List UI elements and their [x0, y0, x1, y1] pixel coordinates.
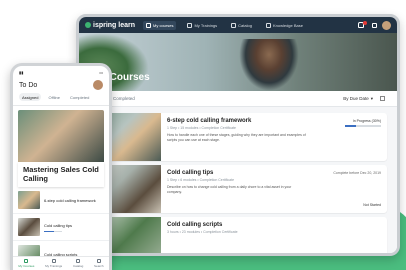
bottom-nav-my-courses[interactable]: My Courses	[18, 259, 34, 268]
item-text: Cold calling tips	[44, 222, 73, 232]
courses-icon	[24, 259, 29, 263]
bottom-nav-label: My Courses	[18, 264, 35, 268]
cart-icon[interactable]	[372, 22, 377, 28]
signal-icon: ▮▮	[19, 70, 24, 75]
trainings-icon	[51, 259, 56, 263]
item-title: Cold calling tips	[44, 222, 73, 228]
mobile-status-bar: ▮▮ ▭	[13, 66, 109, 75]
mobile-tabs: Assigned Offline Completed	[13, 93, 109, 106]
item-thumbnail	[18, 218, 40, 237]
course-due-date: Complete before Dec 20, 2019	[333, 171, 381, 175]
tab-offline[interactable]: Offline	[45, 93, 63, 101]
hero-banner: My Courses	[79, 33, 397, 91]
hero-person-image	[239, 39, 299, 91]
item-progress-bar	[44, 230, 62, 232]
logo-icon	[85, 22, 91, 28]
logo-text: ispring learn	[93, 21, 136, 29]
knowledge-icon	[265, 22, 271, 28]
nav-label: Knowledge Base	[272, 22, 303, 28]
bottom-nav-label: My Trainings	[45, 264, 63, 268]
app-logo[interactable]: ispring learn	[85, 22, 135, 29]
course-list: 6-step cold calling framework 1 Step • 1…	[79, 107, 397, 253]
course-meta: 3 hours • 23 modules • Completion Certif…	[167, 230, 238, 234]
course-status: Not Started	[363, 203, 381, 207]
course-description: Describe on how to change cold calling f…	[167, 185, 292, 194]
course-body: Cold calling tips 1 Step • 6 modules • C…	[161, 165, 387, 213]
item-thumbnail	[18, 191, 40, 210]
course-description: How to handle each one of these stages, …	[167, 133, 306, 142]
grid-view-icon[interactable]	[380, 96, 385, 101]
top-navbar: ispring learn My courses My Trainings Ca…	[79, 17, 397, 33]
course-card[interactable]: 6-step cold calling framework 1 Step • 1…	[89, 113, 387, 161]
battery-icon: ▭	[99, 70, 103, 75]
trainings-icon	[187, 22, 193, 28]
list-item[interactable]: Cold calling tips	[13, 214, 109, 242]
bottom-nav-label: Catalog	[72, 264, 84, 268]
course-progress-bar	[345, 125, 381, 127]
progress-fill	[345, 125, 356, 127]
course-body: Cold calling scripts 3 hours • 23 module…	[161, 217, 387, 253]
nav-label: Catalog	[238, 22, 252, 28]
list-item[interactable]: 6-step cold calling framework	[13, 187, 109, 215]
course-card[interactable]: Cold calling scripts 3 hours • 23 module…	[89, 217, 387, 253]
course-status: In Progress (30%)	[352, 119, 381, 123]
chevron-down-icon: ▾	[370, 95, 373, 101]
bottom-nav-my-trainings[interactable]: My Trainings	[45, 259, 62, 268]
search-icon	[96, 259, 101, 263]
nav-knowledge-base[interactable]: Knowledge Base	[263, 21, 306, 30]
mobile-bottom-nav: My Courses My Trainings Catalog Search	[13, 256, 109, 270]
course-title[interactable]: 6-step cold calling framework	[167, 118, 381, 124]
mobile-hero-title[interactable]: Mastering Sales Cold Calling	[18, 162, 104, 188]
bottom-nav-search[interactable]: Search	[94, 259, 104, 268]
desktop-window: ispring learn My courses My Trainings Ca…	[76, 14, 400, 256]
nav-catalog[interactable]: Catalog	[228, 21, 255, 30]
course-title[interactable]: Cold calling scripts	[167, 222, 381, 228]
mobile-hero-image[interactable]	[18, 110, 104, 162]
item-text: 6-step cold calling framework	[44, 198, 96, 203]
mobile-page-title: To Do	[19, 81, 38, 89]
sort-dropdown[interactable]: By Due Date ▾	[343, 96, 385, 102]
top-right-controls	[358, 20, 391, 30]
nav-my-trainings[interactable]: My Trainings	[184, 21, 220, 30]
bottom-nav-label: Search	[94, 264, 104, 268]
mobile-device: ▮▮ ▭ To Do Assigned Offline Completed Ma…	[10, 63, 112, 270]
tab-completed[interactable]: Completed	[113, 96, 135, 101]
sort-label: By Due Date	[343, 96, 369, 101]
course-body: 6-step cold calling framework 1 Step • 1…	[161, 113, 387, 161]
avatar[interactable]	[382, 20, 391, 30]
tab-completed[interactable]: Completed	[67, 93, 92, 101]
courses-icon	[146, 22, 152, 28]
progress-fill	[44, 230, 54, 232]
filter-bar: Completed By Due Date ▾	[79, 91, 397, 107]
nav-label: My Trainings	[194, 22, 218, 28]
course-meta: 1 Step • 6 modules • Completion Certific…	[167, 178, 235, 182]
mobile-header: To Do	[13, 75, 109, 93]
nav-my-courses[interactable]: My courses	[143, 20, 177, 30]
promo-stage: ispring learn My courses My Trainings Ca…	[0, 0, 406, 270]
bottom-nav-catalog[interactable]: Catalog	[73, 259, 83, 268]
item-title: 6-step cold calling framework	[44, 197, 96, 203]
course-card[interactable]: Cold calling tips 1 Step • 6 modules • C…	[89, 165, 387, 213]
avatar[interactable]	[93, 80, 103, 90]
tab-assigned[interactable]: Assigned	[19, 93, 42, 101]
catalog-icon	[76, 259, 81, 263]
nav-label: My courses	[153, 22, 174, 28]
notification-badge	[363, 20, 367, 25]
catalog-icon	[231, 22, 237, 28]
